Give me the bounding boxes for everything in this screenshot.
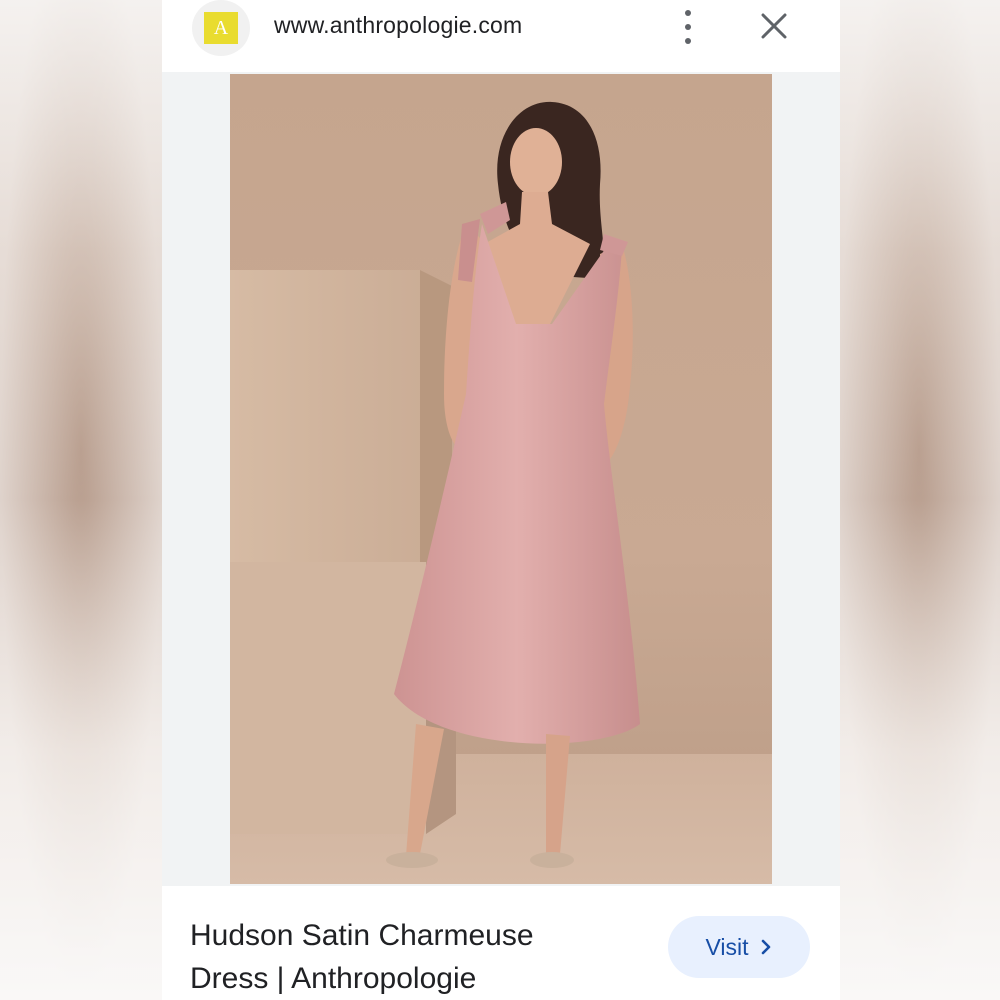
image-preview-area (162, 72, 840, 886)
product-photo[interactable] (230, 74, 772, 884)
result-title-line-1: Hudson Satin Charmeuse (190, 919, 534, 952)
visit-button[interactable]: Visit (668, 916, 810, 978)
site-favicon: A (192, 0, 250, 56)
result-caption: Hudson Satin Charmeuse Dress | Anthropol… (162, 886, 840, 1000)
blurred-backdrop-left (0, 0, 162, 1000)
favicon-letter: A (204, 12, 238, 44)
result-title[interactable]: Hudson Satin Charmeuse Dress | Anthropol… (190, 914, 620, 1000)
chevron-right-icon (761, 939, 770, 955)
address-bar: A www.anthropologie.com (162, 0, 840, 72)
result-title-line-2: Dress | Anthropologie (190, 962, 477, 995)
image-viewer: A www.anthropologie.com Hudson Satin Cha… (162, 0, 840, 1000)
close-icon[interactable] (760, 12, 788, 40)
visit-button-label: Visit (705, 933, 749, 960)
blurred-backdrop-right (838, 0, 1000, 1000)
site-url[interactable]: www.anthropologie.com (274, 12, 522, 39)
more-vert-icon[interactable] (678, 10, 698, 44)
